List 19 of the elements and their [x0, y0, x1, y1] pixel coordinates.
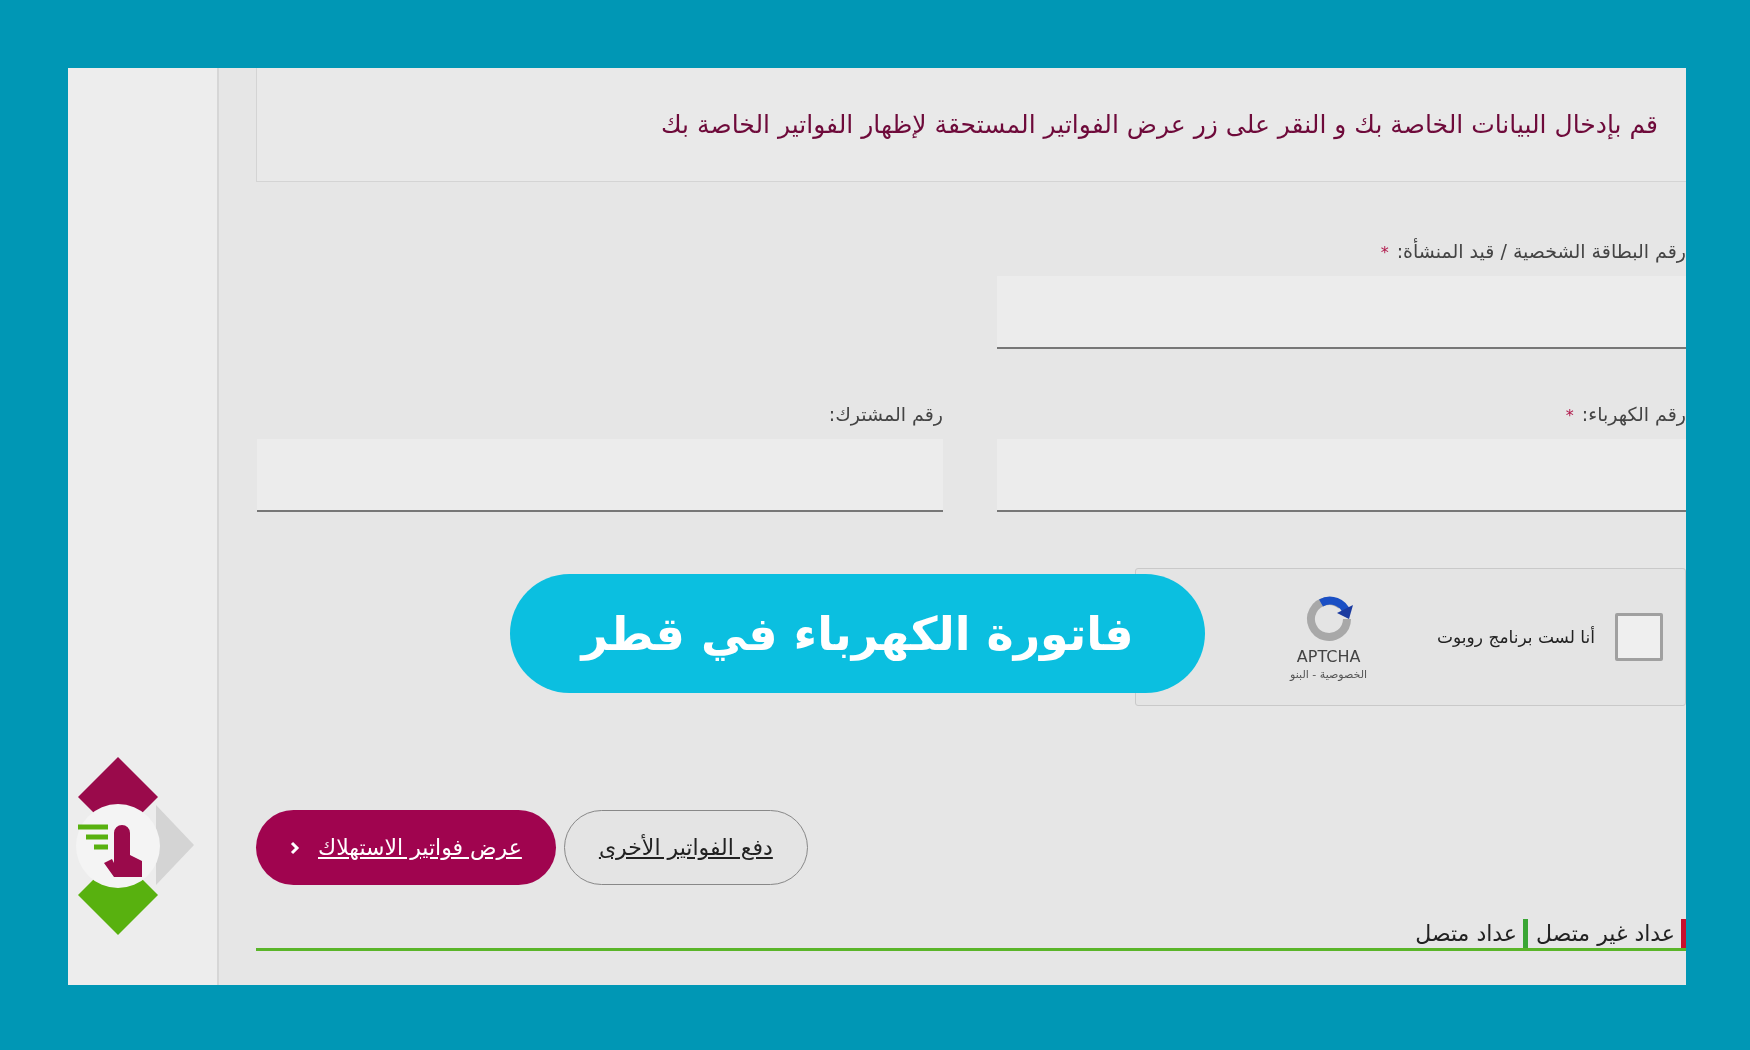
banner-title: فاتورة الكهرباء في قطر: [581, 606, 1134, 661]
meter-tab[interactable]: عداد غير متصل: [1528, 919, 1686, 948]
field-label: رقم الكهرباء:: [1581, 403, 1686, 425]
input-field[interactable]: [257, 439, 943, 512]
checkbox-label: أنا لست برنامج روبوت: [1437, 627, 1595, 647]
view-bills-button[interactable]: عرض فواتير الاستهلاك: [256, 810, 556, 885]
input-field[interactable]: [997, 276, 1686, 349]
required-mark: *: [1380, 243, 1389, 262]
checkbox[interactable]: [1615, 613, 1663, 661]
recaptcha-brand: APTCHA: [1296, 647, 1361, 666]
field-label: رقم المشترك:: [828, 403, 943, 425]
meter-tab[interactable]: عداد متصل: [1407, 919, 1528, 948]
required-mark: *: [1565, 406, 1574, 425]
instruction-text: قم بإدخال البيانات الخاصة بك و النقر على زر عرض الفواتير المستحقة لإظهار الفواتير الخاصة بك: [661, 110, 1658, 139]
field-label: رقم البطاقة الشخصية / قيد المنشأة:: [1396, 240, 1686, 262]
pay-bills-button[interactable]: دفع الفواتير الأخرى: [563, 810, 808, 885]
privacy-terms-link[interactable]: الخصوصية - البنو: [1290, 668, 1368, 681]
input-field[interactable]: [997, 439, 1686, 512]
chevron-icon: [290, 840, 300, 855]
